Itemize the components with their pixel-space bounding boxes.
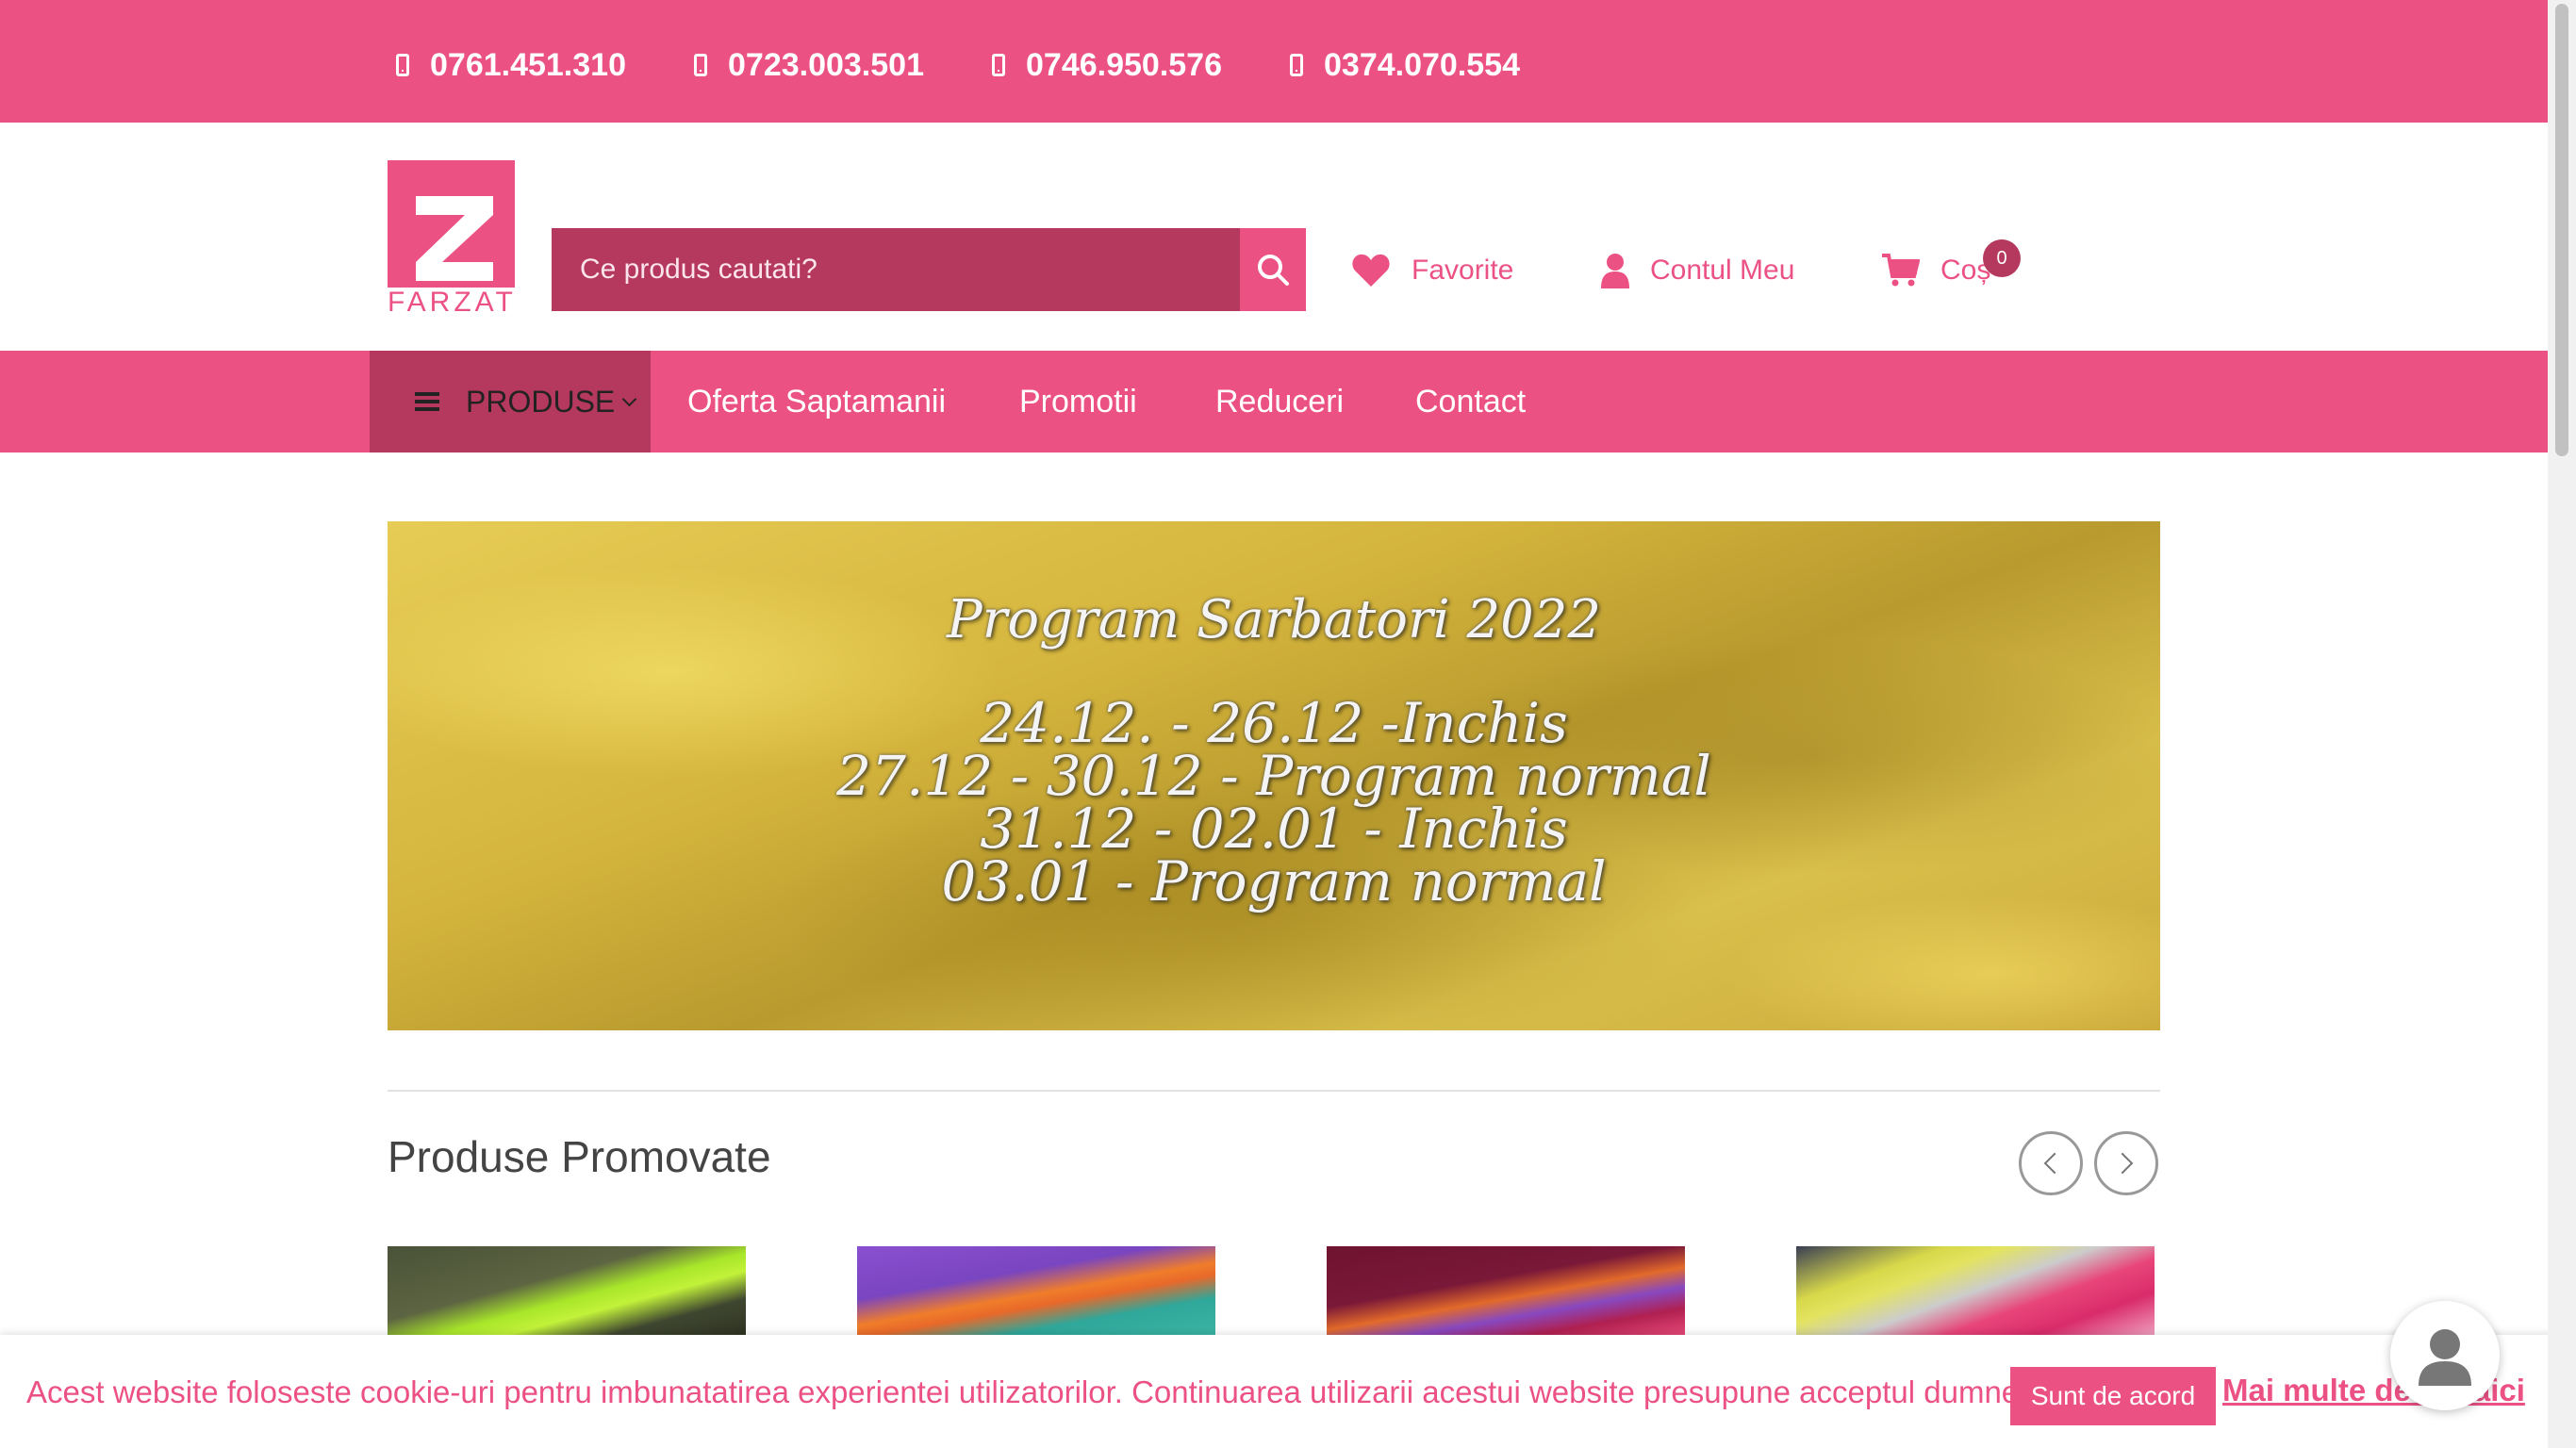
phone-link-2[interactable]: 0723.003.501 [694, 41, 924, 89]
scrollbar-thumb[interactable] [2555, 4, 2568, 456]
nav-link-contact[interactable]: Contact [1415, 351, 1526, 452]
phone-number: 0761.451.310 [430, 46, 626, 83]
phone-icon [1290, 54, 1303, 76]
phone-link-3[interactable]: 0746.950.576 [992, 41, 1222, 89]
carousel-next-button[interactable] [2094, 1131, 2158, 1195]
phone-number: 0723.003.501 [728, 46, 924, 83]
main-nav: PRODUSE Oferta Saptamanii Promotii Reduc… [0, 351, 2548, 452]
favorites-label: Favorite [1412, 255, 1514, 286]
cart-link[interactable]: Coș [1882, 250, 1990, 291]
phone-icon [694, 54, 707, 76]
nav-link-promotii[interactable]: Promotii [1019, 351, 1137, 452]
user-icon [1601, 254, 1629, 288]
hamburger-icon [415, 392, 439, 411]
banner-line: 03.01 - Program normal [941, 849, 1607, 913]
product-thumbnail[interactable] [1327, 1246, 1685, 1336]
chat-widget-button[interactable] [2390, 1301, 2500, 1410]
cart-count-badge: 0 [1983, 239, 2021, 277]
phone-icon [396, 54, 409, 76]
cookie-accept-button[interactable]: Sunt de acord [2010, 1367, 2216, 1425]
account-label: Contul Meu [1650, 255, 1795, 286]
phone-icon [992, 54, 1005, 76]
product-thumbnail[interactable] [857, 1246, 1215, 1336]
chevron-left-icon [2043, 1152, 2066, 1175]
product-thumbnail[interactable] [388, 1246, 746, 1336]
favorites-link[interactable]: Favorite [1351, 250, 1513, 291]
products-menu-button[interactable]: PRODUSE [370, 351, 651, 452]
heart-icon [1352, 254, 1390, 287]
phone-number: 0374.070.554 [1324, 46, 1520, 83]
top-contact-bar: 0761.451.310 0723.003.501 0746.950.576 0… [0, 0, 2548, 123]
chevron-right-icon [2111, 1152, 2134, 1175]
section-title: Produse Promovate [388, 1132, 771, 1181]
holiday-schedule-banner[interactable]: Program Sarbatori 2022 24.12. - 26.12 -I… [388, 521, 2160, 1030]
chat-avatar-icon [2419, 1329, 2471, 1386]
phone-link-1[interactable]: 0761.451.310 [396, 41, 626, 89]
logo-text: FARZAT [388, 287, 517, 318]
nav-link-reduceri[interactable]: Reduceri [1215, 351, 1344, 452]
phone-link-4[interactable]: 0374.070.554 [1290, 41, 1520, 89]
search-icon [1258, 255, 1289, 286]
logo-mark [388, 160, 515, 288]
products-label: PRODUSE [466, 384, 616, 419]
search-input[interactable] [552, 228, 1240, 311]
account-link[interactable]: Contul Meu [1601, 250, 1794, 291]
phone-number: 0746.950.576 [1026, 46, 1222, 83]
site-header: FARZAT Favorite Contul Meu Coș 0 [0, 123, 2548, 351]
product-thumbnail[interactable] [1796, 1246, 2155, 1336]
cookie-message: Acest website foloseste cookie-uri pentr… [26, 1374, 2147, 1409]
page-scrollbar[interactable] [2548, 0, 2576, 1448]
cookie-consent-bar: Acest website foloseste cookie-uri pentr… [0, 1335, 2576, 1448]
carousel-prev-button[interactable] [2019, 1131, 2083, 1195]
cart-icon [1882, 254, 1920, 287]
nav-link-oferta[interactable]: Oferta Saptamanii [687, 351, 946, 452]
search-bar [552, 228, 1306, 311]
farzat-logo[interactable]: FARZAT [388, 160, 515, 318]
banner-title: Program Sarbatori 2022 [946, 589, 1602, 650]
search-button[interactable] [1240, 228, 1306, 311]
section-divider [388, 1090, 2160, 1092]
chevron-down-icon [621, 391, 637, 406]
